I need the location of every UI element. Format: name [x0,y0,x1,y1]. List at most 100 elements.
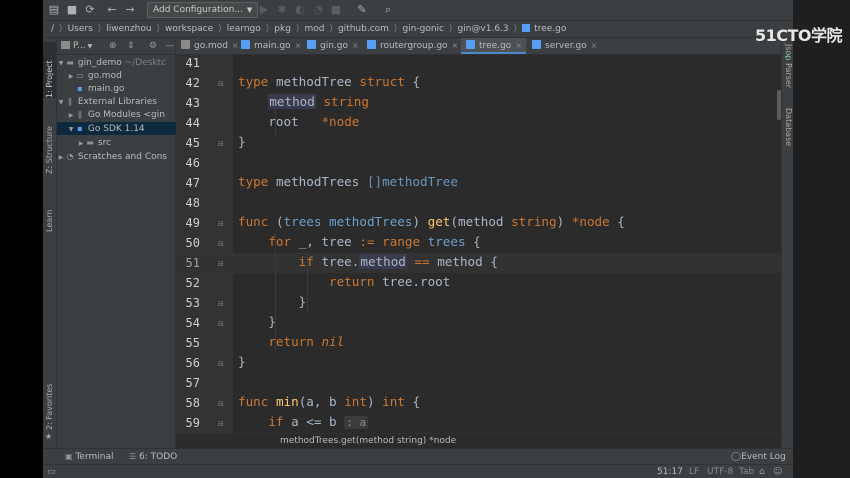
token-function-name: min [275,394,299,409]
tree-item-external-libraries[interactable]: ▼ ǁ External Libraries [57,95,175,108]
close-icon[interactable]: × [515,41,522,50]
close-icon[interactable]: × [352,41,359,50]
profile-icon[interactable]: ◔ [311,3,325,17]
breadcrumb-item[interactable]: workspace [165,21,213,37]
close-icon[interactable]: × [591,41,598,50]
breadcrumb-separator: ⟩ [156,24,161,34]
breadcrumb-file[interactable]: tree.go [522,21,566,37]
tree-item-go-modules[interactable]: ▶ ǁ Go Modules <gin [57,108,185,121]
structure-tool-button[interactable]: Z: Structure [43,118,56,174]
breadcrumb-separator: ⟩ [393,24,398,34]
token-paren: ( [450,214,458,229]
expanded-icon: ▼ [58,99,64,106]
fold-close-icon[interactable]: ⊟ [218,321,225,328]
tab-go-mod[interactable]: go.mod × [176,38,243,54]
event-log-tool-button[interactable]: ◯Event Log [731,449,786,465]
search-icon[interactable]: ⌕ [381,3,395,17]
save-icon[interactable]: ■ [65,3,79,17]
token-brace: } [268,314,276,329]
fold-open-icon[interactable]: ⊟ [218,241,225,248]
lock-icon[interactable]: ⌂ [759,465,765,478]
wrench-icon[interactable]: ✎ [355,3,369,17]
breadcrumb-item[interactable]: liwenzhou [106,21,151,37]
tree-item-gin-demo[interactable]: ▼ ▬ gin_demo ~/Desktc [57,56,175,69]
function-signature[interactable]: methodTrees.get(method string) *node [280,436,456,446]
back-icon[interactable]: ← [105,3,119,17]
token-keyword: return [268,334,314,349]
breadcrumb-item[interactable]: github.com [338,21,389,37]
coverage-icon[interactable]: ◐ [293,3,307,17]
breadcrumb-root[interactable]: / [51,21,54,37]
database-tool-button[interactable]: Database [782,108,793,162]
tab-tree-go[interactable]: tree.go × [461,38,526,54]
breadcrumb-item[interactable]: mod [304,21,324,37]
favorites-tool-button[interactable]: 2: Favorites [43,374,56,430]
hide-icon[interactable]: — [165,38,174,54]
inspector-icon[interactable]: ☺ [773,465,782,478]
project-tool-button[interactable]: 1: Project [43,42,56,98]
learn-tool-button[interactable]: Learn [43,196,56,232]
line-number: 59 [185,416,200,430]
stop-icon[interactable]: ■ [329,3,343,17]
code-line-47: type methodTrees []methodTree [238,174,458,189]
token-param: method [457,214,504,229]
close-icon[interactable]: × [452,41,459,50]
caret-position[interactable]: 51:17 [657,465,683,478]
add-configuration-label: Add Configuration... [153,5,243,15]
tree-item-go-sdk[interactable]: ▼ ▪ Go SDK 1.14 [57,122,185,135]
token-brace: { [490,254,498,269]
todo-tool-button[interactable]: ☰ 6: TODO [129,449,177,465]
file-encoding[interactable]: UTF-8 [707,465,733,478]
project-view-selector[interactable]: P... [73,41,86,51]
debug-icon[interactable]: ✱ [275,3,289,17]
line-number: 44 [185,116,200,130]
folder-icon[interactable]: ▤ [47,3,61,17]
breadcrumb-item[interactable]: gin@v1.6.3 [458,21,509,37]
fold-open-icon[interactable]: ⊟ [218,221,225,228]
window-icon[interactable]: ▭ [47,465,56,478]
tree-item-src[interactable]: ▶ ▬ src [57,136,195,149]
breadcrumb-item[interactable]: Users [68,21,93,37]
close-icon[interactable]: × [295,41,302,50]
tree-item-scratches[interactable]: ▶ ◔ Scratches and Cons [57,150,175,163]
tab-routergroup-go[interactable]: routergroup.go × [362,38,462,54]
terminal-tool-button[interactable]: ▣ Terminal [65,449,113,465]
token-identifier: _, tree [298,234,352,249]
tree-item-go-mod[interactable]: ▶ ▭ go.mod [57,69,185,82]
token-constant: nil [321,334,345,349]
add-configuration-button[interactable]: Add Configuration... ▼ [147,2,259,18]
gear-icon[interactable]: ⚙ [149,38,157,54]
fold-open-icon[interactable]: ⊟ [218,401,225,408]
code-line-59: if a <= b : a [238,414,369,429]
tab-main-go[interactable]: main.go × [236,38,305,54]
fold-open-icon[interactable]: ⊟ [218,421,225,428]
token-identifier: tree. [321,254,360,269]
fold-close-icon[interactable]: ⊟ [218,301,225,308]
fold-open-icon[interactable]: ⊟ [218,261,225,268]
tree-item-label: Go SDK 1.14 [87,124,145,134]
token-paren: ( [275,214,284,229]
forward-icon[interactable]: → [123,3,137,17]
locate-icon[interactable]: ⊕ [109,38,117,54]
tab-server-go[interactable]: server.go × [527,38,601,54]
indent-setting[interactable]: Tab [739,465,754,478]
breadcrumb-item[interactable]: pkg [274,21,291,37]
tab-label: main.go [254,41,291,51]
fold-open-icon[interactable]: ⊟ [218,81,225,88]
token-keyword: type [238,74,269,89]
token-keyword: func [238,394,269,409]
line-separator[interactable]: LF [689,465,699,478]
fold-close-icon[interactable]: ⊟ [218,141,225,148]
breadcrumb-item[interactable]: learngo [227,21,261,37]
token-keyword: return [329,274,375,289]
tree-item-main-go[interactable]: ▪ main.go [57,82,193,95]
collapse-icon[interactable]: ⇕ [127,38,135,54]
run-icon[interactable]: ▶ [257,3,271,17]
code-line-49: func (trees methodTrees) get(method stri… [238,214,625,229]
breadcrumb-item[interactable]: gin-gonic [402,21,444,37]
code-editor[interactable]: type methodTree struct { method string r… [233,55,781,433]
sync-icon[interactable]: ⟳ [83,3,97,17]
fold-close-icon[interactable]: ⊟ [218,361,225,368]
tab-gin-go[interactable]: gin.go × [302,38,363,54]
line-number: 47 [185,176,200,190]
